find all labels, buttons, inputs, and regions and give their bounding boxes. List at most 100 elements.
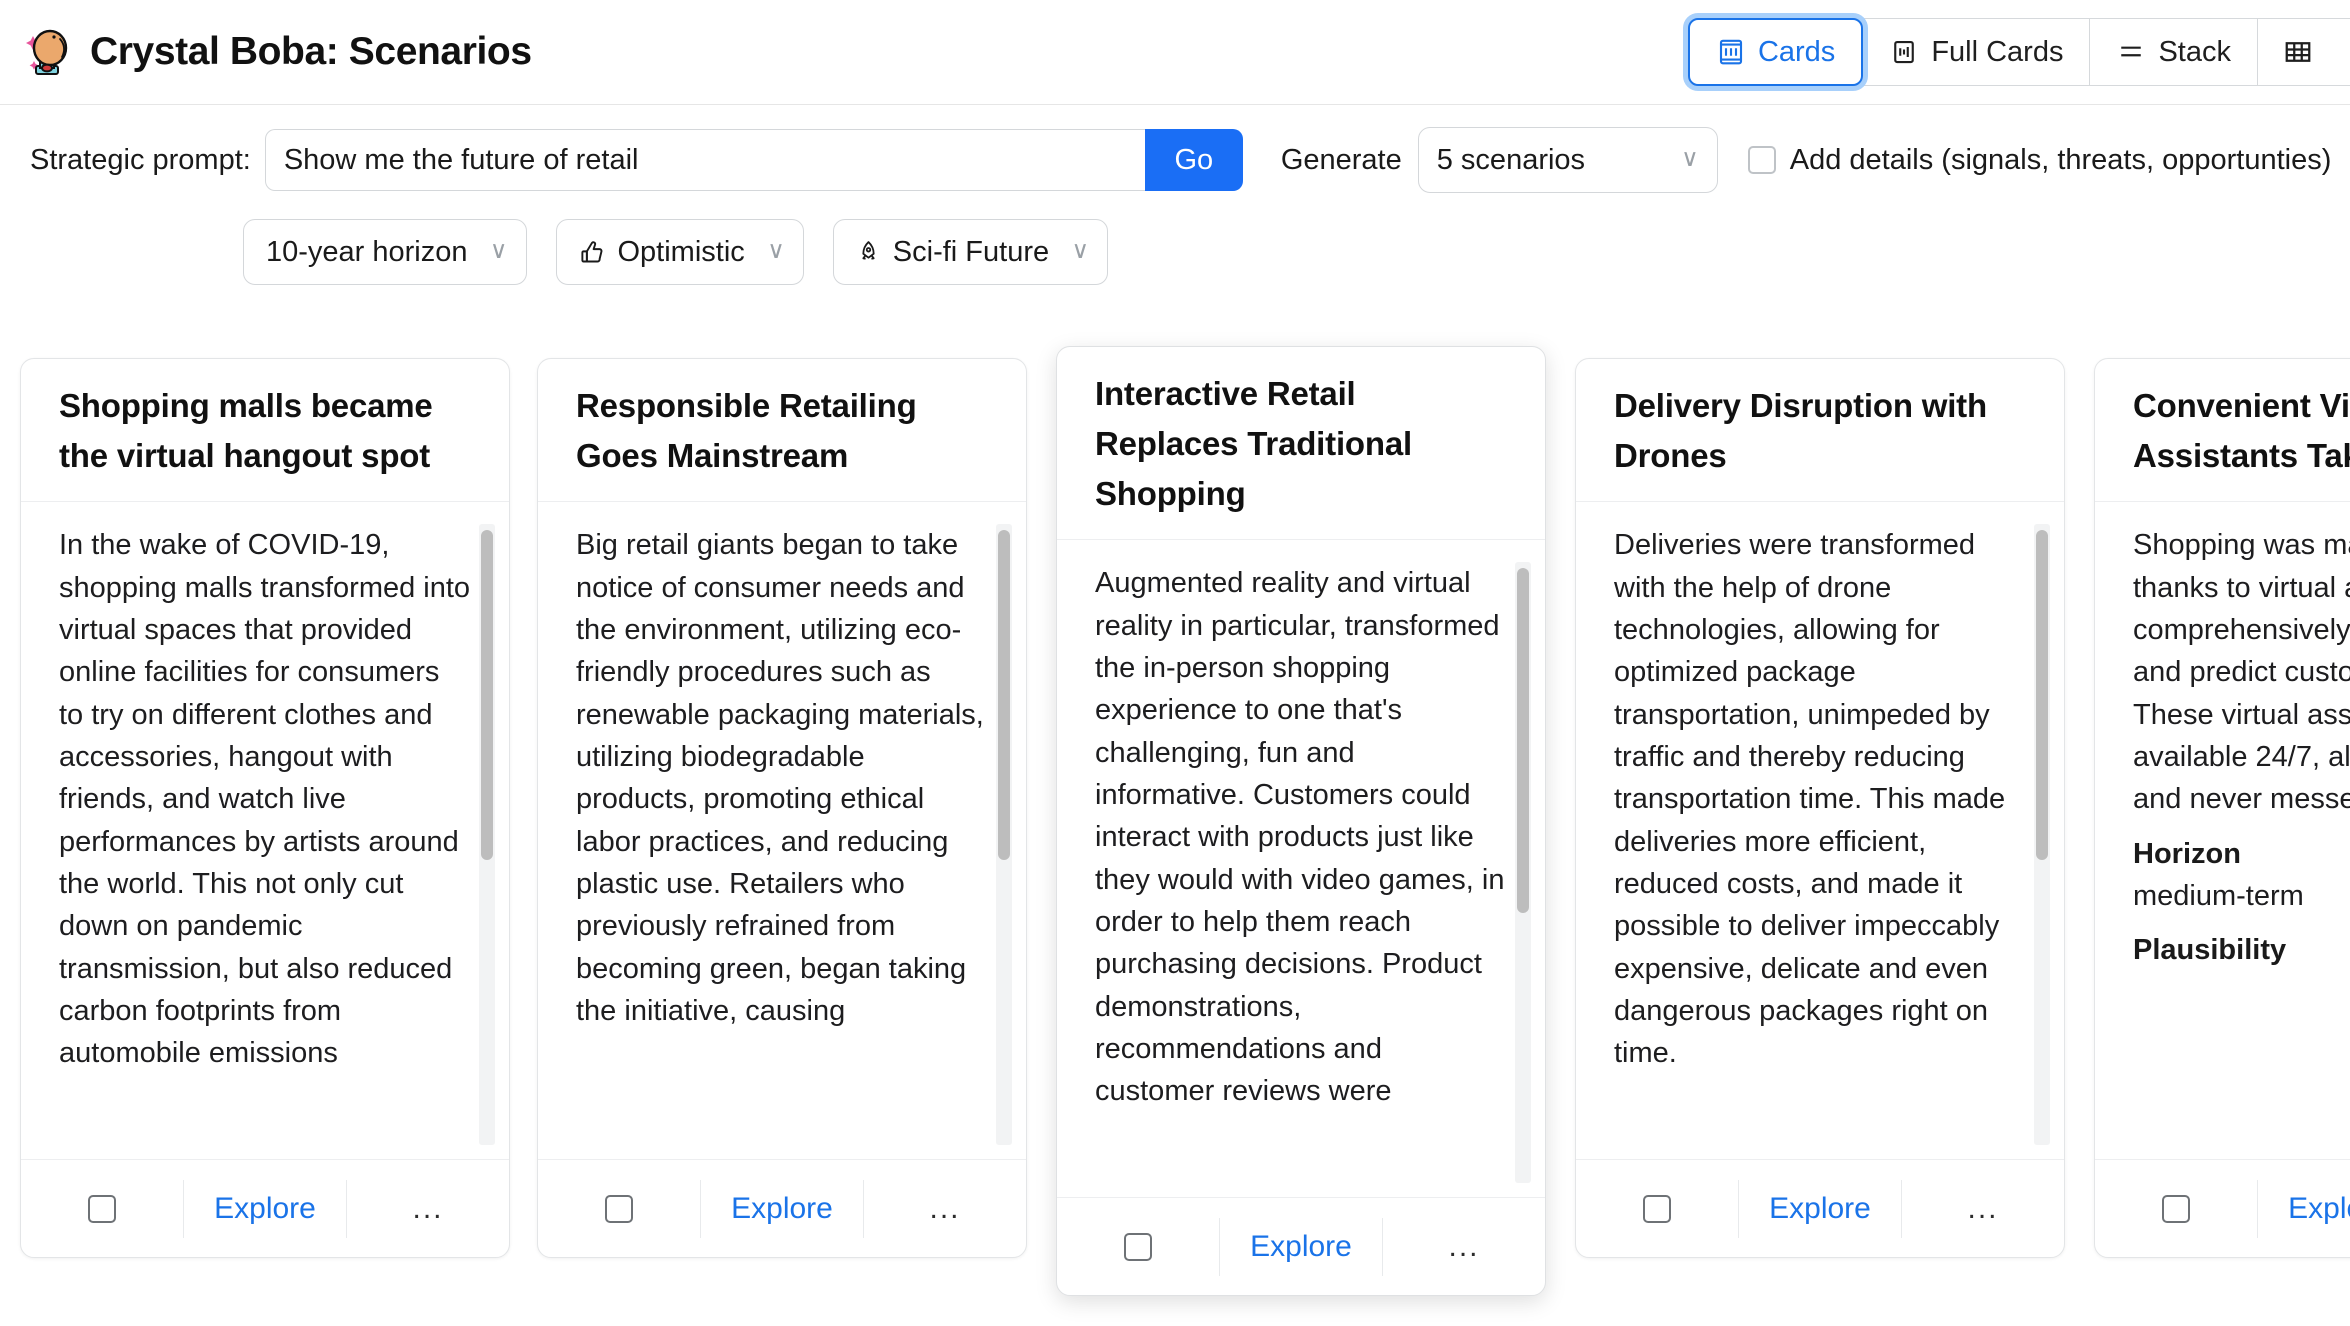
more-options-button[interactable]: ... xyxy=(1448,1231,1479,1261)
scenario-card[interactable]: Responsible Retailing Goes Mainstream Bi… xyxy=(537,358,1027,1258)
view-button-stack-label: Stack xyxy=(2158,35,2231,68)
card-header: Convenient Virtual Assistants Take Over xyxy=(2095,359,2350,503)
card-footer: Explore ... xyxy=(21,1159,509,1257)
prompt-group: Go xyxy=(264,129,1243,191)
card-scrollbar[interactable] xyxy=(1515,562,1531,1183)
card-title: Shopping malls became the virtual hangou… xyxy=(59,387,433,475)
card-header: Interactive Retail Replaces Traditional … xyxy=(1057,347,1545,541)
card-select-checkbox[interactable] xyxy=(1643,1194,1671,1223)
page-title: Crystal Boba: Scenarios xyxy=(90,30,532,73)
app-header: Crystal Boba: Scenarios Cards Full Cards… xyxy=(0,0,2350,105)
card-scrollbar-thumb[interactable] xyxy=(481,530,493,861)
view-button-stack[interactable]: Stack xyxy=(2090,19,2258,85)
more-options-button[interactable]: ... xyxy=(412,1193,443,1223)
grid-table-icon xyxy=(2282,37,2314,67)
chevron-down-icon: ∨ xyxy=(1681,144,1699,172)
generate-label: Generate xyxy=(1280,143,1402,176)
tone-select[interactable]: Optimistic ∨ xyxy=(555,219,804,285)
horizon-label: Horizon xyxy=(2133,837,2241,870)
card-more-cell[interactable]: ... xyxy=(1383,1218,1545,1276)
view-button-cards[interactable]: Cards xyxy=(1687,18,1864,86)
card-select-cell[interactable] xyxy=(1057,1217,1220,1276)
card-explore-cell[interactable]: Explore xyxy=(1739,1179,1902,1238)
card-body: Deliveries were transformed with the hel… xyxy=(1576,502,2064,1159)
card-scrollbar-thumb[interactable] xyxy=(998,530,1010,861)
card-text: Augmented reality and virtual reality in… xyxy=(1095,567,1505,1108)
explore-button[interactable]: Explore xyxy=(731,1192,833,1226)
strategic-prompt-input[interactable] xyxy=(264,129,1145,191)
explore-button[interactable]: Explore xyxy=(214,1192,316,1226)
view-button-full-cards[interactable]: Full Cards xyxy=(1863,19,2091,85)
scenario-card[interactable]: Shopping malls became the virtual hangou… xyxy=(20,358,510,1258)
card-scrollbar[interactable] xyxy=(479,524,495,1145)
card-body: Augmented reality and virtual reality in… xyxy=(1057,540,1545,1197)
card-select-checkbox[interactable] xyxy=(2162,1194,2190,1223)
strategic-prompt-label: Strategic prompt: xyxy=(30,143,251,176)
card-footer: Explore ... xyxy=(1057,1197,1545,1295)
card-more-cell[interactable]: ... xyxy=(864,1180,1026,1238)
scenario-card[interactable]: Convenient Virtual Assistants Take Over … xyxy=(2094,358,2350,1258)
card-scrollbar-thumb[interactable] xyxy=(2036,530,2048,861)
card-select-checkbox[interactable] xyxy=(1124,1232,1152,1261)
card-select-cell[interactable] xyxy=(1576,1179,1739,1238)
full-cards-icon xyxy=(1889,37,1919,67)
card-title: Convenient Virtual Assistants Take Over xyxy=(2133,387,2350,475)
scenario-card[interactable]: Delivery Disruption with Drones Deliveri… xyxy=(1575,358,2065,1258)
horizon-select-label: 10-year horizon xyxy=(266,235,468,268)
card-explore-cell[interactable]: Explore xyxy=(701,1179,864,1238)
card-explore-cell[interactable]: Explore xyxy=(1220,1217,1383,1276)
card-header: Responsible Retailing Goes Mainstream xyxy=(538,359,1026,503)
card-more-cell[interactable]: ... xyxy=(1902,1180,2064,1238)
rocket-icon xyxy=(856,239,881,266)
chevron-down-icon: ∨ xyxy=(489,236,508,264)
explore-button[interactable]: Explore xyxy=(1250,1230,1352,1264)
explore-button[interactable]: Explore xyxy=(2288,1192,2350,1226)
chevron-down-icon: ∨ xyxy=(767,236,785,264)
card-scrollbar-thumb[interactable] xyxy=(1517,568,1529,914)
card-text: Big retail giants began to take notice o… xyxy=(576,529,984,1027)
card-footer: Explore ... xyxy=(1576,1159,2064,1257)
thumbs-up-icon xyxy=(579,239,606,266)
stack-lines-icon xyxy=(2116,39,2146,65)
card-explore-cell[interactable]: Explore xyxy=(184,1179,347,1238)
card-select-cell[interactable] xyxy=(538,1179,701,1238)
add-details-checkbox[interactable] xyxy=(1747,146,1776,174)
card-footer: Explore ... xyxy=(2095,1159,2350,1257)
tone-select-label: Optimistic xyxy=(617,235,745,268)
card-select-checkbox[interactable] xyxy=(88,1194,116,1223)
card-scrollbar[interactable] xyxy=(2034,524,2050,1145)
card-title: Responsible Retailing Goes Mainstream xyxy=(576,387,917,475)
view-button-table[interactable] xyxy=(2258,19,2350,85)
view-button-cards-label: Cards xyxy=(1757,35,1836,68)
card-title: Interactive Retail Replaces Traditional … xyxy=(1095,375,1412,513)
app-root: Crystal Boba: Scenarios Cards Full Cards… xyxy=(0,0,2350,1326)
card-more-cell[interactable]: ... xyxy=(347,1180,509,1238)
view-button-full-cards-label: Full Cards xyxy=(1931,35,2064,68)
style-select[interactable]: Sci-fi Future ∨ xyxy=(832,219,1109,285)
controls-row-primary: Strategic prompt: Go Generate 5 scenario… xyxy=(0,105,2350,193)
card-select-checkbox[interactable] xyxy=(605,1194,633,1223)
scenario-card[interactable]: Interactive Retail Replaces Traditional … xyxy=(1056,346,1546,1296)
card-select-cell[interactable] xyxy=(2095,1179,2258,1238)
horizon-select[interactable]: 10-year horizon ∨ xyxy=(243,219,527,285)
add-details-group[interactable]: Add details (signals, threats, opportunt… xyxy=(1747,144,2331,177)
more-options-button[interactable]: ... xyxy=(1967,1193,1998,1223)
card-footer: Explore ... xyxy=(538,1159,1026,1257)
horizon-value: medium-term xyxy=(2133,879,2304,912)
card-header: Delivery Disruption with Drones xyxy=(1576,359,2064,503)
more-options-button[interactable]: ... xyxy=(929,1193,960,1223)
explore-button[interactable]: Explore xyxy=(1769,1192,1871,1226)
card-scrollbar[interactable] xyxy=(996,524,1012,1145)
scenario-count-value: 5 scenarios xyxy=(1436,143,1586,176)
scenario-count-select[interactable]: 5 scenarios ∨ xyxy=(1417,127,1718,193)
go-button[interactable]: Go xyxy=(1144,129,1243,191)
card-header: Shopping malls became the virtual hangou… xyxy=(21,359,509,503)
card-body: Big retail giants began to take notice o… xyxy=(538,502,1026,1159)
view-mode-toolbar: Cards Full Cards Stack xyxy=(1686,18,2350,86)
card-select-cell[interactable] xyxy=(21,1179,184,1238)
card-title: Delivery Disruption with Drones xyxy=(1614,387,1987,475)
card-text: In the wake of COVID-19, shopping malls … xyxy=(59,529,471,1070)
brand: Crystal Boba: Scenarios xyxy=(0,25,532,79)
card-body: Shopping was made easier thanks to virtu… xyxy=(2095,502,2350,1159)
card-explore-cell[interactable]: Explore xyxy=(2258,1180,2350,1238)
